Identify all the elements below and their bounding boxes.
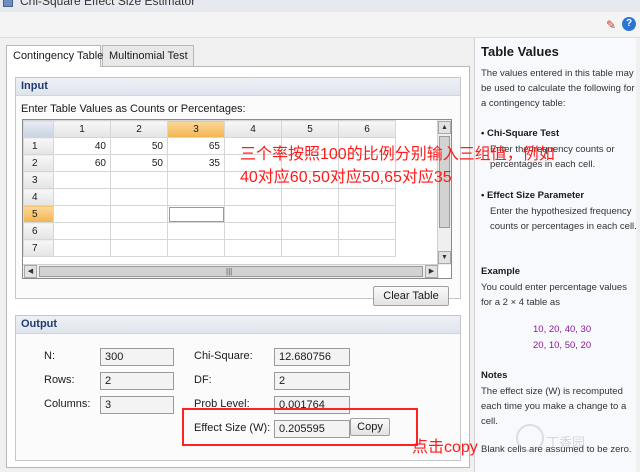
- scroll-up-icon[interactable]: ▲: [438, 121, 451, 134]
- horizontal-scroll-thumb[interactable]: |||: [39, 266, 423, 277]
- df-label: DF:: [194, 374, 212, 386]
- help-example-line1: 10, 20, 40, 30: [533, 324, 592, 335]
- table-cell[interactable]: [110, 205, 168, 223]
- chi-square-label: Chi-Square:: [194, 350, 253, 362]
- toolbar: ✎ ?: [0, 12, 640, 38]
- scroll-grip-icon: |||: [226, 267, 233, 276]
- tab-multinomial-test[interactable]: Multinomial Test: [102, 45, 194, 66]
- table-cell[interactable]: [224, 205, 282, 223]
- table-cell[interactable]: [53, 188, 111, 206]
- help-icon[interactable]: ?: [622, 17, 636, 31]
- table-cell[interactable]: [53, 205, 111, 223]
- annotation-instruction-line1: 三个率按照100的比例分别输入三组值，例如: [240, 146, 555, 163]
- column-header-selected[interactable]: 3: [167, 120, 225, 138]
- table-cell[interactable]: 50: [110, 154, 168, 172]
- table-row: 6: [23, 222, 396, 240]
- row-header[interactable]: 7: [23, 239, 54, 257]
- help-bullet2-text: Enter the hypothesized frequency counts …: [490, 206, 636, 232]
- help-panel: Table Values The values entered in this …: [474, 38, 636, 472]
- column-header[interactable]: 1: [53, 120, 111, 138]
- scroll-left-icon[interactable]: ◀: [24, 265, 37, 278]
- scroll-down-icon[interactable]: ▼: [438, 251, 451, 264]
- rows-label: Rows:: [44, 374, 75, 386]
- table-cell[interactable]: [167, 239, 225, 257]
- table-cell[interactable]: 35: [167, 154, 225, 172]
- pin-icon[interactable]: ✎: [604, 18, 618, 32]
- table-cell[interactable]: [338, 188, 396, 206]
- table-cell[interactable]: [281, 205, 339, 223]
- n-label: N:: [44, 350, 55, 362]
- table-cell[interactable]: [110, 239, 168, 257]
- help-example-line2: 20, 10, 50, 20: [533, 340, 592, 351]
- columns-value: 3: [100, 396, 174, 414]
- app-icon: [3, 0, 13, 7]
- columns-label: Columns:: [44, 398, 91, 410]
- annotation-highlight-box: [182, 408, 418, 446]
- help-example-text: You could enter percentage values for a …: [481, 282, 627, 308]
- table-cell[interactable]: [224, 239, 282, 257]
- scroll-right-icon[interactable]: ▶: [425, 265, 438, 278]
- watermark-logo-icon: [516, 424, 544, 452]
- input-caption: Enter Table Values as Counts or Percenta…: [21, 103, 246, 115]
- help-intro: The values entered in this table may be …: [481, 68, 635, 109]
- help-bullet1-title: • Chi-Square Test: [481, 128, 560, 139]
- output-header: Output: [16, 316, 460, 334]
- table-cell[interactable]: 50: [110, 137, 168, 155]
- table-cell[interactable]: [224, 188, 282, 206]
- column-header[interactable]: 5: [281, 120, 339, 138]
- row-header[interactable]: 5: [23, 205, 54, 223]
- table-cell[interactable]: [110, 188, 168, 206]
- table-cell[interactable]: [53, 171, 111, 189]
- horizontal-scrollbar[interactable]: ◀ ||| ▶: [23, 264, 439, 278]
- clear-table-button[interactable]: Clear Table: [373, 286, 449, 306]
- df-value: 2: [274, 372, 350, 390]
- row-header[interactable]: 4: [23, 188, 54, 206]
- help-title: Table Values: [481, 44, 559, 59]
- table-cell[interactable]: [110, 222, 168, 240]
- column-header[interactable]: 4: [224, 120, 282, 138]
- watermark-text: 丁香园: [546, 435, 586, 450]
- tab-contingency-table[interactable]: Contingency Table: [6, 45, 103, 67]
- table-cell[interactable]: [167, 222, 225, 240]
- table-cell[interactable]: [167, 171, 225, 189]
- table-cell[interactable]: [338, 205, 396, 223]
- table-cell[interactable]: [281, 188, 339, 206]
- row-header[interactable]: 1: [23, 137, 54, 155]
- table-cell[interactable]: [53, 222, 111, 240]
- grid-corner[interactable]: [23, 120, 54, 138]
- table-cell[interactable]: [338, 222, 396, 240]
- help-example-title: Example: [481, 266, 521, 277]
- table-cell[interactable]: [53, 239, 111, 257]
- table-cell[interactable]: [224, 222, 282, 240]
- table-row: 5: [23, 205, 396, 223]
- table-cell[interactable]: [167, 205, 225, 223]
- annotation-copy-hint: 点击copy: [412, 439, 478, 456]
- table-cell[interactable]: [281, 222, 339, 240]
- row-header[interactable]: 2: [23, 154, 54, 172]
- column-header[interactable]: 6: [338, 120, 396, 138]
- help-bullet2-title: • Effect Size Parameter: [481, 190, 585, 201]
- help-notes-title: Notes: [481, 370, 508, 381]
- input-header: Input: [16, 78, 460, 96]
- table-cell[interactable]: 65: [167, 137, 225, 155]
- table-cell[interactable]: [281, 239, 339, 257]
- rows-value: 2: [100, 372, 174, 390]
- n-value: 300: [100, 348, 174, 366]
- window-title: Chi-Square Effect Size Estimator: [20, 0, 196, 8]
- watermark: 丁香园: [510, 420, 620, 460]
- table-cell[interactable]: [167, 188, 225, 206]
- table-cell[interactable]: [338, 239, 396, 257]
- column-header[interactable]: 2: [110, 120, 168, 138]
- row-header[interactable]: 6: [23, 222, 54, 240]
- title-bar: Chi-Square Effect Size Estimator: [0, 0, 640, 12]
- annotation-instruction-line2: 40对应60,50对应50,65对应35: [240, 169, 452, 186]
- chi-square-value: 12.680756: [274, 348, 350, 366]
- table-row: 4: [23, 188, 396, 206]
- table-cell[interactable]: 40: [53, 137, 111, 155]
- table-cell[interactable]: 60: [53, 154, 111, 172]
- input-group: Input Enter Table Values as Counts or Pe…: [15, 77, 461, 306]
- table-row: 7: [23, 239, 396, 257]
- row-header[interactable]: 3: [23, 171, 54, 189]
- table-cell[interactable]: [110, 171, 168, 189]
